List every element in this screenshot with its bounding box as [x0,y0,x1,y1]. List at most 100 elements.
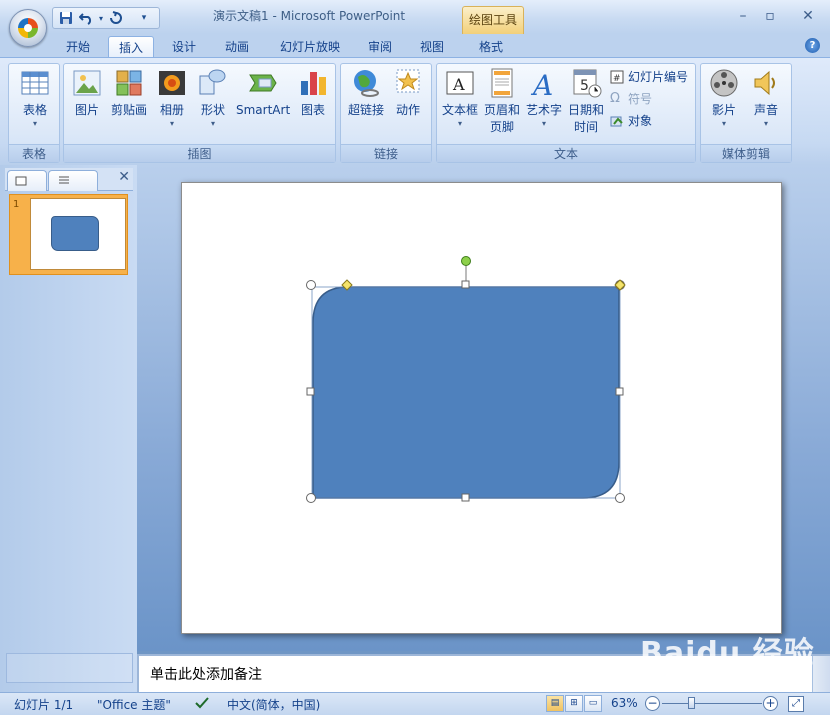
tab-animations[interactable]: 动画 [215,36,259,58]
slide-thumbnail[interactable]: 1 [9,194,128,275]
close-icon[interactable]: ✕ [795,7,821,25]
chart-button[interactable]: 图表 [296,67,330,119]
textbox-button[interactable]: A 文本框 ▾ [441,67,479,129]
redo-icon[interactable] [107,9,125,27]
speaker-icon [750,67,782,99]
spell-check-icon[interactable] [194,696,210,713]
group-label-tables: 表格 [9,144,59,162]
table-icon [19,67,51,99]
tab-review[interactable]: 审阅 [358,36,402,58]
save-icon[interactable] [57,9,75,27]
resize-handle-left [306,387,315,396]
tab-home[interactable]: 开始 [56,36,100,58]
group-media: 影片 ▾ 声音 ▾ 媒体剪辑 [700,63,792,163]
slide-sorter-button[interactable]: ⊞ [565,695,583,712]
chevron-down-icon: ▾ [32,119,37,128]
slide-canvas[interactable] [181,182,782,634]
tab-format[interactable]: 格式 [468,36,514,58]
selection-handles [306,256,626,503]
wordart-icon: A [528,67,560,102]
language-indicator[interactable]: 中文(简体，中国) [227,696,320,713]
window-title: 演示文稿1 - Microsoft PowerPoint [213,9,406,23]
maximize-icon[interactable]: ▫ [757,7,783,25]
chevron-down-icon: ▾ [457,119,462,128]
watermark-logo: Baidu 经验 [640,636,815,671]
outline-tab-icon [59,176,69,184]
object-button[interactable]: 对象 [610,112,652,129]
notes-scrollbar[interactable] [812,656,830,692]
omega-icon: Ω [610,90,620,106]
rotation-handle [461,256,471,266]
svg-text:A: A [530,69,553,99]
svg-text:#: # [613,74,621,84]
group-label-illustrations: 插图 [64,144,335,162]
header-footer-button[interactable]: 页眉和 页脚 [483,67,521,136]
slideshow-view-button[interactable]: ▭ [584,695,602,712]
chevron-down-icon: ▾ [763,119,768,128]
undo-dropdown-icon[interactable]: ▾ [97,9,105,27]
tab-slideshow[interactable]: 幻灯片放映 [270,36,350,58]
zoom-slider-track[interactable] [662,703,762,704]
group-text: A 文本框 ▾ 页眉和 页脚 A 艺术字 ▾ 5 日期和 时间 # 幻灯片编号 … [436,63,696,163]
svg-text:A: A [452,75,465,94]
slide-thumbnail-number: 1 [13,199,20,210]
slide-number-button[interactable]: # 幻灯片编号 [610,68,688,85]
clipart-icon [113,67,145,99]
close-pane-icon[interactable]: ✕ [118,169,130,185]
resize-handle-top-left [306,280,316,290]
office-button[interactable] [9,9,47,47]
hyperlink-button[interactable]: 超链接 [346,67,386,119]
calendar-icon: 5 [570,67,602,99]
group-illustrations: 图片 剪贴画 相册 ▾ 形状 ▾ SmartArt 图表 插图 [63,63,336,163]
ribbon-tabs: 开始 插入 设计 动画 幻灯片放映 审阅 视图 格式 [0,34,830,58]
group-label-text: 文本 [437,144,695,162]
tab-design[interactable]: 设计 [162,36,206,58]
slides-pane: ✕ 1 [0,165,137,692]
chevron-down-icon: ▾ [169,119,174,128]
globe-icon [350,67,382,99]
tab-view[interactable]: 视图 [410,36,454,58]
title-bar: ▾ ▾ 演示文稿1 - Microsoft PowerPoint 绘图工具 – … [0,0,830,34]
symbol-button[interactable]: Ω 符号 [610,90,652,107]
help-icon[interactable]: ? [805,38,820,53]
object-icon [610,114,624,128]
shapes-icon [197,67,229,99]
resize-handle-bottom-left [306,493,316,503]
tab-insert[interactable]: 插入 [108,36,154,58]
notes-placeholder: 单击此处添加备注 [150,667,262,683]
normal-view-button[interactable]: ▤ [546,695,564,712]
movie-button[interactable]: 影片 ▾ [707,67,741,129]
tab-outline[interactable] [48,170,98,191]
smartart-button[interactable]: SmartArt [236,67,290,119]
picture-button[interactable]: 图片 [69,67,105,119]
wordart-button[interactable]: A 艺术字 ▾ [525,67,563,129]
sound-button[interactable]: 声音 ▾ [749,67,783,129]
action-button[interactable]: 动作 [391,67,425,119]
svg-text:5: 5 [580,78,589,94]
slides-pane-header: ✕ [5,168,133,191]
powerpoint-window: ▾ ▾ 演示文稿1 - Microsoft PowerPoint 绘图工具 – … [0,0,830,715]
drawing-tools-context-label: 绘图工具 [462,6,524,34]
minimize-icon[interactable]: – [730,7,756,25]
shapes-button[interactable]: 形状 ▾ [196,67,230,129]
zoom-out-icon[interactable]: − [645,696,660,711]
zoom-in-icon[interactable]: + [763,696,778,711]
customize-icon[interactable]: ▾ [135,9,153,27]
table-button[interactable]: 表格 ▾ [17,67,53,129]
undo-icon[interactable] [77,9,95,27]
date-time-button[interactable]: 5 日期和 时间 [567,67,605,136]
zoom-level[interactable]: 63% [611,696,638,710]
group-links: 超链接 动作 链接 [340,63,432,163]
watermark-url: jingyan.baidu.com [666,673,777,687]
tab-slides[interactable] [7,170,47,191]
group-label-links: 链接 [341,144,431,162]
ribbon: 表格 ▾ 表格 图片 剪贴画 相册 ▾ 形状 ▾ SmartArt 图表 插图 … [0,57,830,165]
clipart-button[interactable]: 剪贴画 [108,67,150,119]
slide-number-icon: # [610,70,624,84]
quick-access-toolbar: ▾ ▾ [52,7,160,29]
photo-album-button[interactable]: 相册 ▾ [155,67,189,129]
resize-handle-right [615,387,624,396]
photo-album-icon [156,67,188,99]
zoom-slider-thumb[interactable] [688,697,695,709]
fit-to-window-icon[interactable]: ⤢ [788,696,804,712]
